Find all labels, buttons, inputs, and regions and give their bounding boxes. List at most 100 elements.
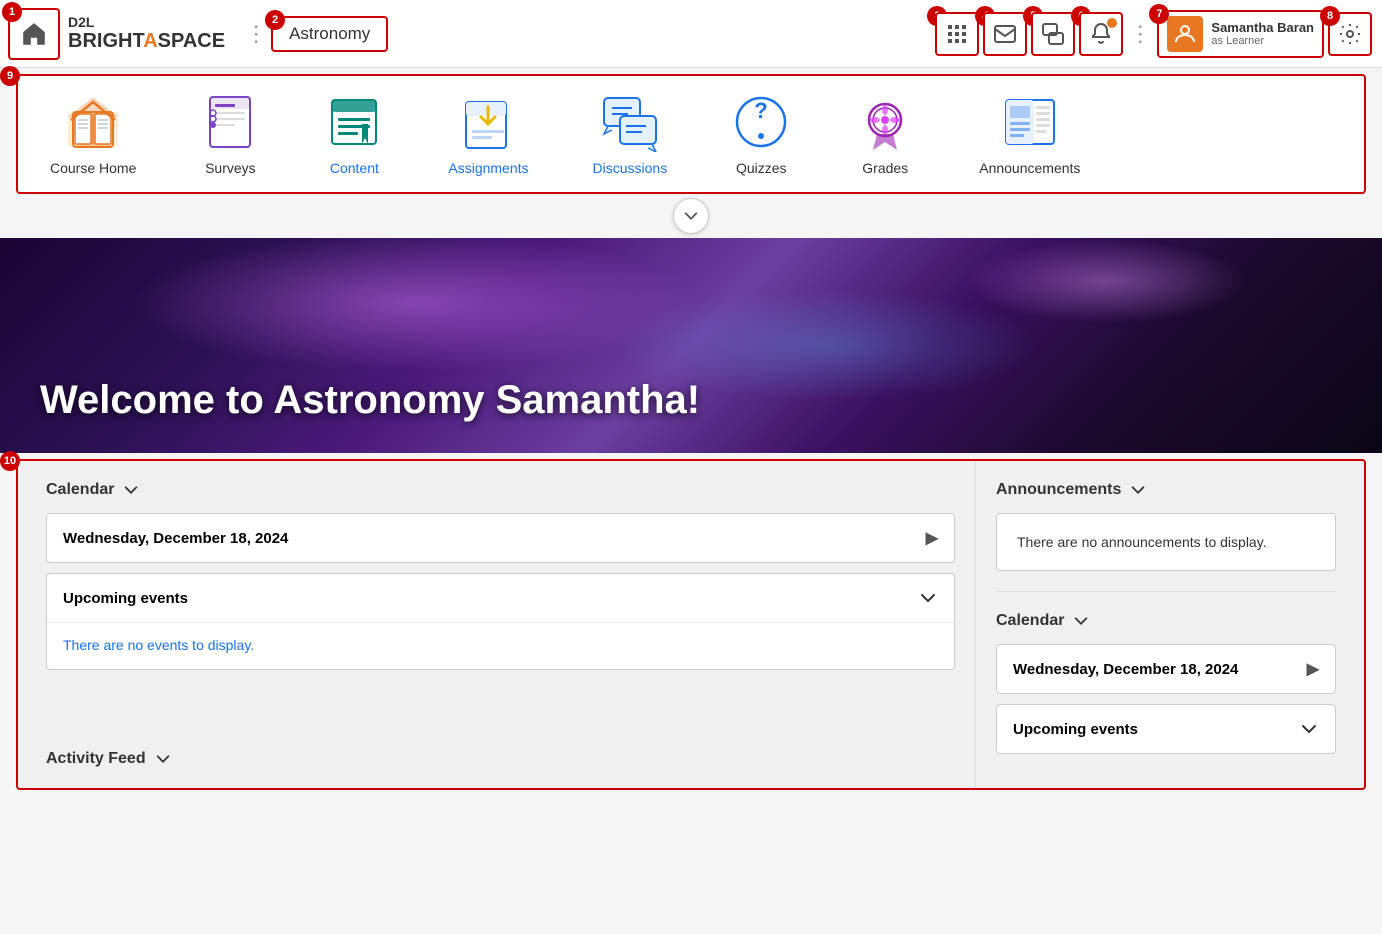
nav-quizzes[interactable]: ? Quizzes (699, 84, 823, 184)
notifications-button[interactable] (1079, 12, 1123, 56)
chat-icon (1041, 22, 1065, 46)
left-column: Calendar Wednesday, December 18, 2024 ▶ … (26, 461, 976, 788)
nav-grades[interactable]: Grades (823, 84, 947, 184)
right-calendar-next-arrow[interactable]: ▶ (1307, 659, 1319, 679)
calendar-date-text: Wednesday, December 18, 2024 (63, 530, 288, 547)
course-badge: 2 (265, 10, 285, 30)
nav-separator-2: ⋮ (1129, 21, 1151, 47)
coursenav-badge: 9 (0, 66, 20, 86)
course-home-icon (63, 92, 123, 152)
nav-discussions-label: Discussions (593, 160, 668, 176)
calendar-widget-title: Calendar (46, 481, 955, 499)
user-name: Samantha Baran (1211, 20, 1314, 35)
logo-brightspace: BRIGHTASPACE (68, 30, 225, 52)
course-title-nav-item: 2 Astronomy (271, 16, 396, 52)
right-calendar-widget-title: Calendar (996, 612, 1336, 630)
announcements-title-text: Announcements (996, 481, 1121, 499)
settings-icon (1338, 22, 1362, 46)
nav-announcements[interactable]: Announcements (947, 84, 1112, 184)
user-badge: 7 (1149, 4, 1169, 24)
home-icon (20, 20, 48, 48)
chevron-row (0, 198, 1382, 234)
no-events-text: There are no events to display. (63, 637, 254, 653)
nav-content-label: Content (330, 160, 379, 176)
nav-surveys-label: Surveys (205, 160, 256, 176)
upcoming-events-header[interactable]: Upcoming events (47, 574, 954, 622)
surveys-icon (200, 92, 260, 152)
right-upcoming-events-header[interactable]: Upcoming events (997, 705, 1335, 753)
user-role: as Learner (1211, 35, 1314, 47)
activity-feed-chevron-icon[interactable] (154, 750, 172, 768)
announcements-box: There are no announcements to display. (996, 513, 1336, 571)
section-divider (996, 591, 1336, 592)
nav-course-home[interactable]: Course Home (18, 84, 168, 184)
hero-welcome-text: Welcome to Astronomy Samantha! (0, 378, 740, 453)
home-nav-item: 1 (8, 8, 64, 60)
waffle-nav-item: 3 (933, 12, 981, 56)
right-upcoming-events-title: Upcoming events (1013, 721, 1138, 738)
notification-dot (1107, 18, 1117, 28)
logo-area: D2L BRIGHTASPACE (68, 15, 225, 52)
logo-accent: A (143, 30, 157, 52)
email-icon (993, 22, 1017, 46)
calendar-title-text: Calendar (46, 481, 114, 499)
nav-announcements-label: Announcements (979, 160, 1080, 176)
content-icon (324, 92, 384, 152)
announcements-widget-title: Announcements (996, 481, 1336, 499)
waffle-icon (945, 22, 969, 46)
chat-button[interactable] (1031, 12, 1075, 56)
activity-feed-bar: Activity Feed (46, 740, 955, 768)
upcoming-chevron-icon (918, 588, 938, 608)
email-nav-item: 4 (981, 12, 1029, 56)
right-calendar-date-text: Wednesday, December 18, 2024 (1013, 661, 1238, 678)
calendar-chevron-icon[interactable] (122, 481, 140, 499)
settings-badge: 8 (1320, 6, 1340, 26)
spacer (46, 680, 955, 740)
course-navigation: Course Home Surveys (16, 74, 1366, 194)
user-avatar-icon (1173, 22, 1197, 46)
right-calendar-section: Calendar Wednesday, December 18, 2024 ▶ … (996, 612, 1336, 754)
nav-discussions[interactable]: Discussions (561, 84, 700, 184)
announcements-icon (1000, 92, 1060, 152)
quizzes-icon: ? (731, 92, 791, 152)
calendar-date-row[interactable]: Wednesday, December 18, 2024 ▶ (46, 513, 955, 563)
nav-content[interactable]: Content (292, 84, 416, 184)
announcements-chevron-icon[interactable] (1129, 481, 1147, 499)
avatar (1167, 16, 1203, 52)
notifications-nav-item: 6 (1077, 12, 1125, 56)
upcoming-events-title: Upcoming events (63, 590, 188, 607)
assignments-icon (458, 92, 518, 152)
right-upcoming-events-section: Upcoming events (996, 704, 1336, 754)
right-calendar-date-row[interactable]: Wednesday, December 18, 2024 ▶ (996, 644, 1336, 694)
home-badge: 1 (2, 2, 22, 22)
right-calendar-chevron-icon[interactable] (1072, 612, 1090, 630)
upcoming-events-body: There are no events to display. (47, 622, 954, 669)
right-column: Announcements There are no announcements… (976, 461, 1356, 788)
nav-assignments-label: Assignments (448, 160, 528, 176)
user-nav-item: 7 Samantha Baran as Learner (1155, 10, 1326, 58)
activity-feed-title: Activity Feed (46, 750, 146, 768)
nav-course-home-label: Course Home (50, 160, 136, 176)
course-title-button[interactable]: Astronomy (271, 16, 388, 52)
email-button[interactable] (983, 12, 1027, 56)
waffle-button[interactable] (935, 12, 979, 56)
main-content-container: 10 Calendar Wednesday, December 18, 2024… (8, 459, 1374, 790)
widgets-badge: 10 (0, 451, 20, 471)
collapse-nav-button[interactable] (673, 198, 709, 234)
nav-grades-label: Grades (862, 160, 908, 176)
user-button[interactable]: Samantha Baran as Learner (1157, 10, 1324, 58)
grades-icon (855, 92, 915, 152)
right-upcoming-chevron-icon (1299, 719, 1319, 739)
top-navigation: 1 D2L BRIGHTASPACE ⋮ 2 Astronomy 3 (0, 0, 1382, 68)
chevron-down-icon (682, 207, 700, 225)
course-nav-container: 9 Course Home (8, 74, 1374, 194)
nav-surveys[interactable]: Surveys (168, 84, 292, 184)
settings-nav-item: 8 (1326, 12, 1374, 56)
nav-separator-1: ⋮ (245, 21, 267, 47)
svg-text:?: ? (755, 98, 768, 123)
logo-text: D2L BRIGHTASPACE (68, 15, 225, 52)
main-content: Calendar Wednesday, December 18, 2024 ▶ … (16, 459, 1366, 790)
calendar-next-arrow[interactable]: ▶ (926, 528, 938, 548)
nav-assignments[interactable]: Assignments (416, 84, 560, 184)
upcoming-events-section: Upcoming events There are no events to d… (46, 573, 955, 670)
